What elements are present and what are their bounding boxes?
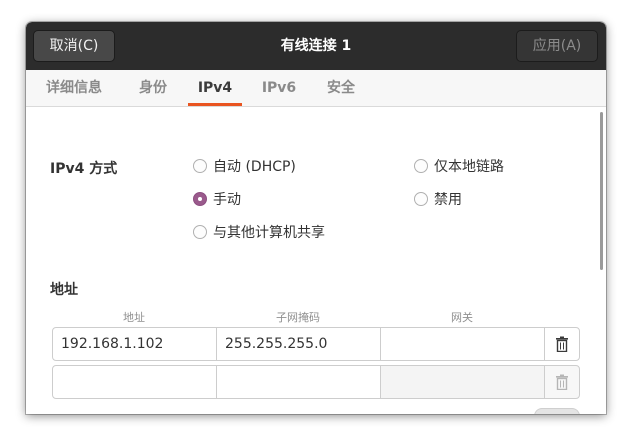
apply-button[interactable]: 应用(A)	[516, 30, 598, 62]
radio-label: 禁用	[434, 192, 462, 208]
radio-label: 手动	[213, 192, 241, 208]
netmask-input[interactable]	[216, 365, 381, 399]
delete-row-button[interactable]	[544, 365, 580, 399]
tab-security[interactable]: 安全	[318, 70, 364, 106]
trash-icon	[556, 336, 568, 353]
ipv4-method-label: IPv4 方式	[50, 161, 118, 177]
radio-manual[interactable]: 手动	[193, 190, 241, 210]
netmask-input[interactable]: 255.255.255.0	[216, 327, 381, 361]
addresses-section-label: 地址	[50, 282, 78, 298]
toggle-switch[interactable]	[534, 408, 580, 414]
radio-label: 自动 (DHCP)	[213, 159, 296, 175]
radio-indicator[interactable]	[414, 159, 428, 173]
gateway-input[interactable]	[380, 365, 545, 399]
address-input[interactable]	[52, 365, 217, 399]
radio-indicator[interactable]	[414, 192, 428, 206]
title-bar: 取消(C) 有线连接 1 应用(A)	[26, 22, 606, 70]
trash-icon	[556, 374, 568, 391]
gateway-input[interactable]	[380, 327, 545, 361]
tab-ipv6[interactable]: IPv6	[254, 70, 304, 106]
tab-ipv4[interactable]: IPv4	[188, 70, 242, 106]
dialog-title: 有线连接 1	[280, 38, 352, 54]
radio-shared[interactable]: 与其他计算机共享	[193, 223, 325, 243]
column-header-netmask: 子网掩码	[276, 311, 320, 324]
radio-label: 与其他计算机共享	[213, 225, 325, 241]
address-input[interactable]: 192.168.1.102	[52, 327, 217, 361]
vertical-scrollbar[interactable]	[600, 112, 603, 270]
cancel-button[interactable]: 取消(C)	[33, 30, 115, 62]
radio-label: 仅本地链路	[434, 159, 504, 175]
ipv4-panel: IPv4 方式 自动 (DHCP) 仅本地链路 手动 禁用 与其他计算机共享 地…	[26, 107, 606, 414]
tab-bar: 详细信息 身份 IPv4 IPv6 安全	[26, 70, 606, 107]
radio-disabled[interactable]: 禁用	[414, 190, 462, 210]
radio-indicator-checked[interactable]	[193, 192, 207, 206]
tab-identity[interactable]: 身份	[130, 70, 176, 106]
radio-indicator[interactable]	[193, 159, 207, 173]
radio-indicator[interactable]	[193, 225, 207, 239]
radio-auto-dhcp[interactable]: 自动 (DHCP)	[193, 157, 296, 177]
column-header-gateway: 网关	[451, 311, 473, 324]
radio-link-local[interactable]: 仅本地链路	[414, 157, 504, 177]
column-header-address: 地址	[123, 311, 145, 324]
connection-dialog: 取消(C) 有线连接 1 应用(A) 详细信息 身份 IPv4 IPv6 安全 …	[26, 22, 606, 414]
delete-row-button[interactable]	[544, 327, 580, 361]
tab-details[interactable]: 详细信息	[38, 70, 110, 106]
